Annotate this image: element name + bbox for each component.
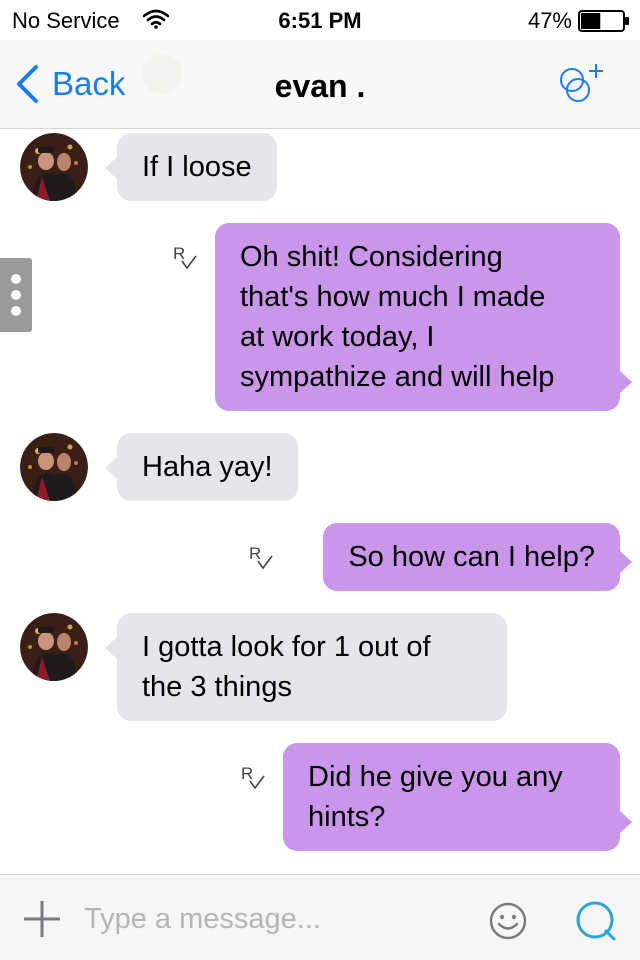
read-receipt-letter: R [173,244,185,263]
message-text: If I loose [142,151,252,183]
contact-photo [20,433,88,501]
read-receipt-letter: R [241,764,253,783]
message-text-line: Did he give you any [308,761,563,793]
avatar[interactable] [20,433,88,501]
avatar[interactable] [20,133,88,201]
message-text-line: sympathize and will help [240,361,555,393]
handle-dot [11,290,21,300]
read-receipt-icon: R [249,544,273,570]
read-receipt-icon: R [241,764,265,790]
battery-percentage: 47% [527,8,572,33]
message-bubble-outgoing[interactable]: So how can I help? [323,523,632,591]
message-bubble-incoming[interactable]: I gotta look for 1 out of the 3 things [105,613,507,721]
message-text-line: at work today, I [240,321,435,353]
message-input[interactable] [84,895,464,943]
chat-bubble-icon[interactable] [574,899,618,943]
add-participant-icon[interactable] [550,62,610,106]
message-bubble-incoming[interactable]: If I loose [105,133,277,201]
message-composer [0,874,640,960]
message-bubble-outgoing[interactable]: Did he give you any hints? [283,743,632,851]
message-text-line: hints? [308,801,386,833]
contact-photo [20,133,88,201]
message-text-line: Oh shit! Considering [240,241,503,273]
side-drawer-handle[interactable] [0,258,32,332]
conversation-title: evan . [274,68,366,104]
handle-dot [11,306,21,316]
message-text-line: that's how much I made [240,281,546,313]
message-bubble-outgoing[interactable]: Oh shit! Considering that's how much I m… [215,223,632,411]
message-text: So how can I help? [348,541,595,573]
vertical-dots-icon [11,274,21,284]
contact-photo [20,613,88,681]
battery-icon [578,10,629,32]
message-text-line: I gotta look for 1 out of [142,631,431,663]
navigation-bar: Back evan . [0,40,640,129]
message-bubble-incoming[interactable]: Haha yay! [105,433,298,501]
avatar[interactable] [20,613,88,681]
read-receipt-icon: R [173,244,197,270]
status-bar: No Service 6:51 PM 47% [0,0,640,40]
read-receipt-letter: R [249,544,261,563]
message-text: Haha yay! [142,451,273,483]
message-text-line: the 3 things [142,671,292,703]
plus-icon[interactable] [22,899,62,939]
smiley-icon[interactable] [488,901,528,941]
